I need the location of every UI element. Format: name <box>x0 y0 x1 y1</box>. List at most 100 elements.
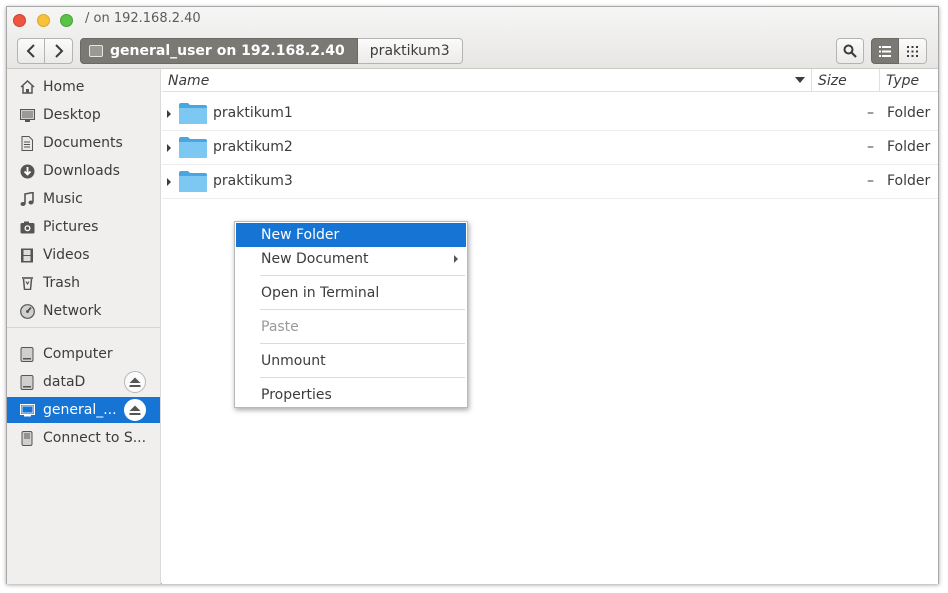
file-row[interactable]: praktikum1 – Folder <box>162 97 938 131</box>
drive-icon <box>19 374 35 390</box>
file-size: – <box>867 105 874 121</box>
header-bar: / on 192.168.2.40 general_user on 192.16… <box>7 7 938 69</box>
crumb-general-user[interactable]: general_user on 192.168.2.40 <box>80 38 358 64</box>
crumb-label: general_user on 192.168.2.40 <box>110 43 345 59</box>
menu-item-new-folder[interactable]: New Folder <box>236 223 466 247</box>
videos-icon <box>19 247 35 263</box>
sidebar-item-label: dataD <box>43 374 86 390</box>
eject-button[interactable] <box>124 399 146 421</box>
sidebar-item-label: Trash <box>43 275 80 291</box>
desktop-icon <box>19 107 35 123</box>
home-icon <box>19 79 35 95</box>
list-view-icon <box>879 45 891 57</box>
sidebar-item-music[interactable]: Music <box>7 186 160 212</box>
forward-button[interactable] <box>45 38 73 64</box>
file-row[interactable]: praktikum2 – Folder <box>162 131 938 165</box>
grid-view-icon <box>907 45 918 57</box>
music-icon <box>19 191 35 207</box>
sidebar-item-general-user[interactable]: general_... <box>7 397 160 423</box>
folder-icon <box>179 103 207 124</box>
sidebar-item-network[interactable]: Network <box>7 298 160 324</box>
file-type: Folder <box>887 139 931 155</box>
back-button[interactable] <box>17 38 45 64</box>
sidebar-separator <box>7 327 160 328</box>
file-manager-window: / on 192.168.2.40 general_user on 192.16… <box>6 6 939 584</box>
sidebar-item-videos[interactable]: Videos <box>7 242 160 268</box>
menu-item-open-in-terminal[interactable]: Open in Terminal <box>236 281 466 305</box>
sidebar-item-label: Documents <box>43 135 123 151</box>
file-size: – <box>867 173 874 189</box>
sidebar-item-label: Videos <box>43 247 90 263</box>
network-drive-icon <box>19 402 35 418</box>
connect-server-icon <box>19 430 35 446</box>
maximize-window-button[interactable] <box>60 14 73 27</box>
column-header-row: Name Size Type <box>162 69 938 92</box>
menu-item-paste: Paste <box>261 319 299 335</box>
pictures-icon <box>19 219 35 235</box>
expand-arrow-icon[interactable] <box>167 144 171 152</box>
sidebar-item-pictures[interactable]: Pictures <box>7 214 160 240</box>
column-header-type[interactable]: Type <box>880 69 938 92</box>
window-title: / on 192.168.2.40 <box>85 11 201 26</box>
menu-separator <box>260 377 465 378</box>
menu-separator <box>260 309 465 310</box>
eject-button[interactable] <box>124 371 146 393</box>
navigation-buttons <box>17 38 73 64</box>
file-name: praktikum2 <box>213 139 293 155</box>
chevron-right-icon <box>54 44 63 58</box>
sidebar-item-label: general_... <box>43 402 117 418</box>
column-header-size[interactable]: Size <box>812 69 880 92</box>
file-type: Folder <box>887 173 931 189</box>
menu-separator <box>260 343 465 344</box>
network-drive-icon <box>89 45 103 57</box>
sidebar-item-label: Connect to S... <box>43 430 147 446</box>
sidebar: Home Desktop Documents Downloads Music P… <box>7 69 161 584</box>
minimize-window-button[interactable] <box>37 14 50 27</box>
file-row[interactable]: praktikum3 – Folder <box>162 165 938 199</box>
sidebar-item-label: Home <box>43 79 85 95</box>
menu-item-new-document[interactable]: New Document <box>236 247 466 271</box>
sidebar-item-label: Music <box>43 191 83 207</box>
menu-item-properties[interactable]: Properties <box>236 383 466 407</box>
eject-icon <box>129 377 141 387</box>
sort-descending-icon <box>795 77 805 83</box>
crumb-praktikum3[interactable]: praktikum3 <box>357 38 463 64</box>
chevron-left-icon <box>26 44 35 58</box>
list-view-button[interactable] <box>871 38 899 64</box>
view-switcher <box>871 38 927 64</box>
folder-icon <box>179 137 207 158</box>
trash-icon <box>19 275 35 291</box>
close-window-button[interactable] <box>13 14 26 27</box>
downloads-icon <box>19 163 35 179</box>
file-name: praktikum1 <box>213 105 293 121</box>
column-header-name[interactable]: Name <box>162 69 812 92</box>
sidebar-item-trash[interactable]: Trash <box>7 270 160 296</box>
file-type: Folder <box>887 105 931 121</box>
expand-arrow-icon[interactable] <box>167 110 171 118</box>
sidebar-item-desktop[interactable]: Desktop <box>7 102 160 128</box>
expand-arrow-icon[interactable] <box>167 178 171 186</box>
search-icon <box>843 44 857 58</box>
sidebar-item-datad[interactable]: dataD <box>7 369 160 395</box>
sidebar-item-label: Pictures <box>43 219 99 235</box>
sidebar-item-connect-to-server[interactable]: Connect to S... <box>7 425 160 451</box>
network-icon <box>19 303 35 319</box>
sidebar-item-documents[interactable]: Documents <box>7 130 160 156</box>
context-menu: New Folder New Document Open in Terminal… <box>234 221 468 408</box>
file-name: praktikum3 <box>213 173 293 189</box>
sidebar-item-downloads[interactable]: Downloads <box>7 158 160 184</box>
sidebar-item-home[interactable]: Home <box>7 74 160 100</box>
folder-icon <box>179 171 207 192</box>
search-button[interactable] <box>836 38 864 64</box>
sidebar-item-label: Computer <box>43 346 113 362</box>
documents-icon <box>19 135 35 151</box>
path-bar: general_user on 192.168.2.40 praktikum3 <box>80 38 463 64</box>
sidebar-item-computer[interactable]: Computer <box>7 341 160 367</box>
menu-separator <box>260 275 465 276</box>
sidebar-item-label: Network <box>43 303 102 319</box>
sidebar-item-label: Downloads <box>43 163 120 179</box>
menu-item-unmount[interactable]: Unmount <box>236 349 466 373</box>
crumb-label: praktikum3 <box>369 43 450 59</box>
grid-view-button[interactable] <box>899 38 927 64</box>
submenu-arrow-icon <box>454 255 458 263</box>
